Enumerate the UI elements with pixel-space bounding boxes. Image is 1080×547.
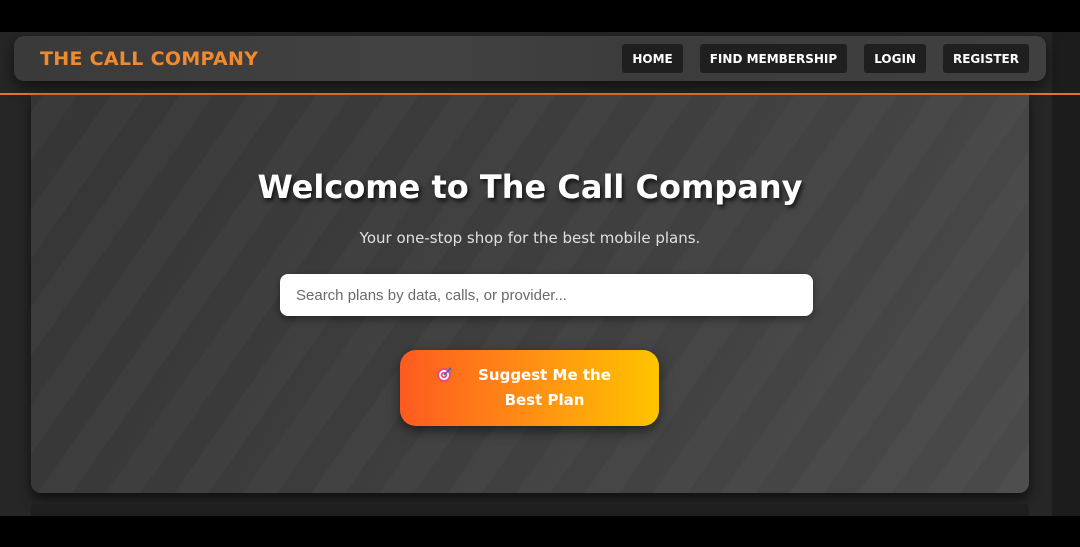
suggest-best-plan-button[interactable]: Suggest Me the Best Plan — [400, 350, 659, 426]
hero-section: Welcome to The Call Company Your one-sto… — [31, 95, 1029, 493]
hero-title: Welcome to The Call Company — [257, 168, 803, 206]
suggest-button-content: Suggest Me the Best Plan — [436, 363, 623, 413]
nav-links: HOME FIND MEMBERSHIP LOGIN REGISTER — [622, 44, 1029, 73]
nav-find-membership-button[interactable]: FIND MEMBERSHIP — [699, 44, 848, 73]
scroll-gutter — [1052, 32, 1080, 516]
hero-subtitle: Your one-stop shop for the best mobile p… — [359, 229, 701, 247]
brand-logo[interactable]: THE CALL COMPANY — [40, 48, 258, 70]
nav-login-button[interactable]: LOGIN — [864, 44, 926, 73]
next-section-edge — [31, 504, 1029, 516]
navbar: THE CALL COMPANY HOME FIND MEMBERSHIP LO… — [14, 36, 1046, 81]
search-input[interactable] — [280, 274, 813, 316]
page-viewport: THE CALL COMPANY HOME FIND MEMBERSHIP LO… — [0, 32, 1080, 516]
target-icon — [437, 367, 452, 382]
nav-register-button[interactable]: REGISTER — [942, 44, 1029, 73]
suggest-button-label: Suggest Me the Best Plan — [478, 366, 611, 409]
nav-home-button[interactable]: HOME — [622, 44, 683, 73]
